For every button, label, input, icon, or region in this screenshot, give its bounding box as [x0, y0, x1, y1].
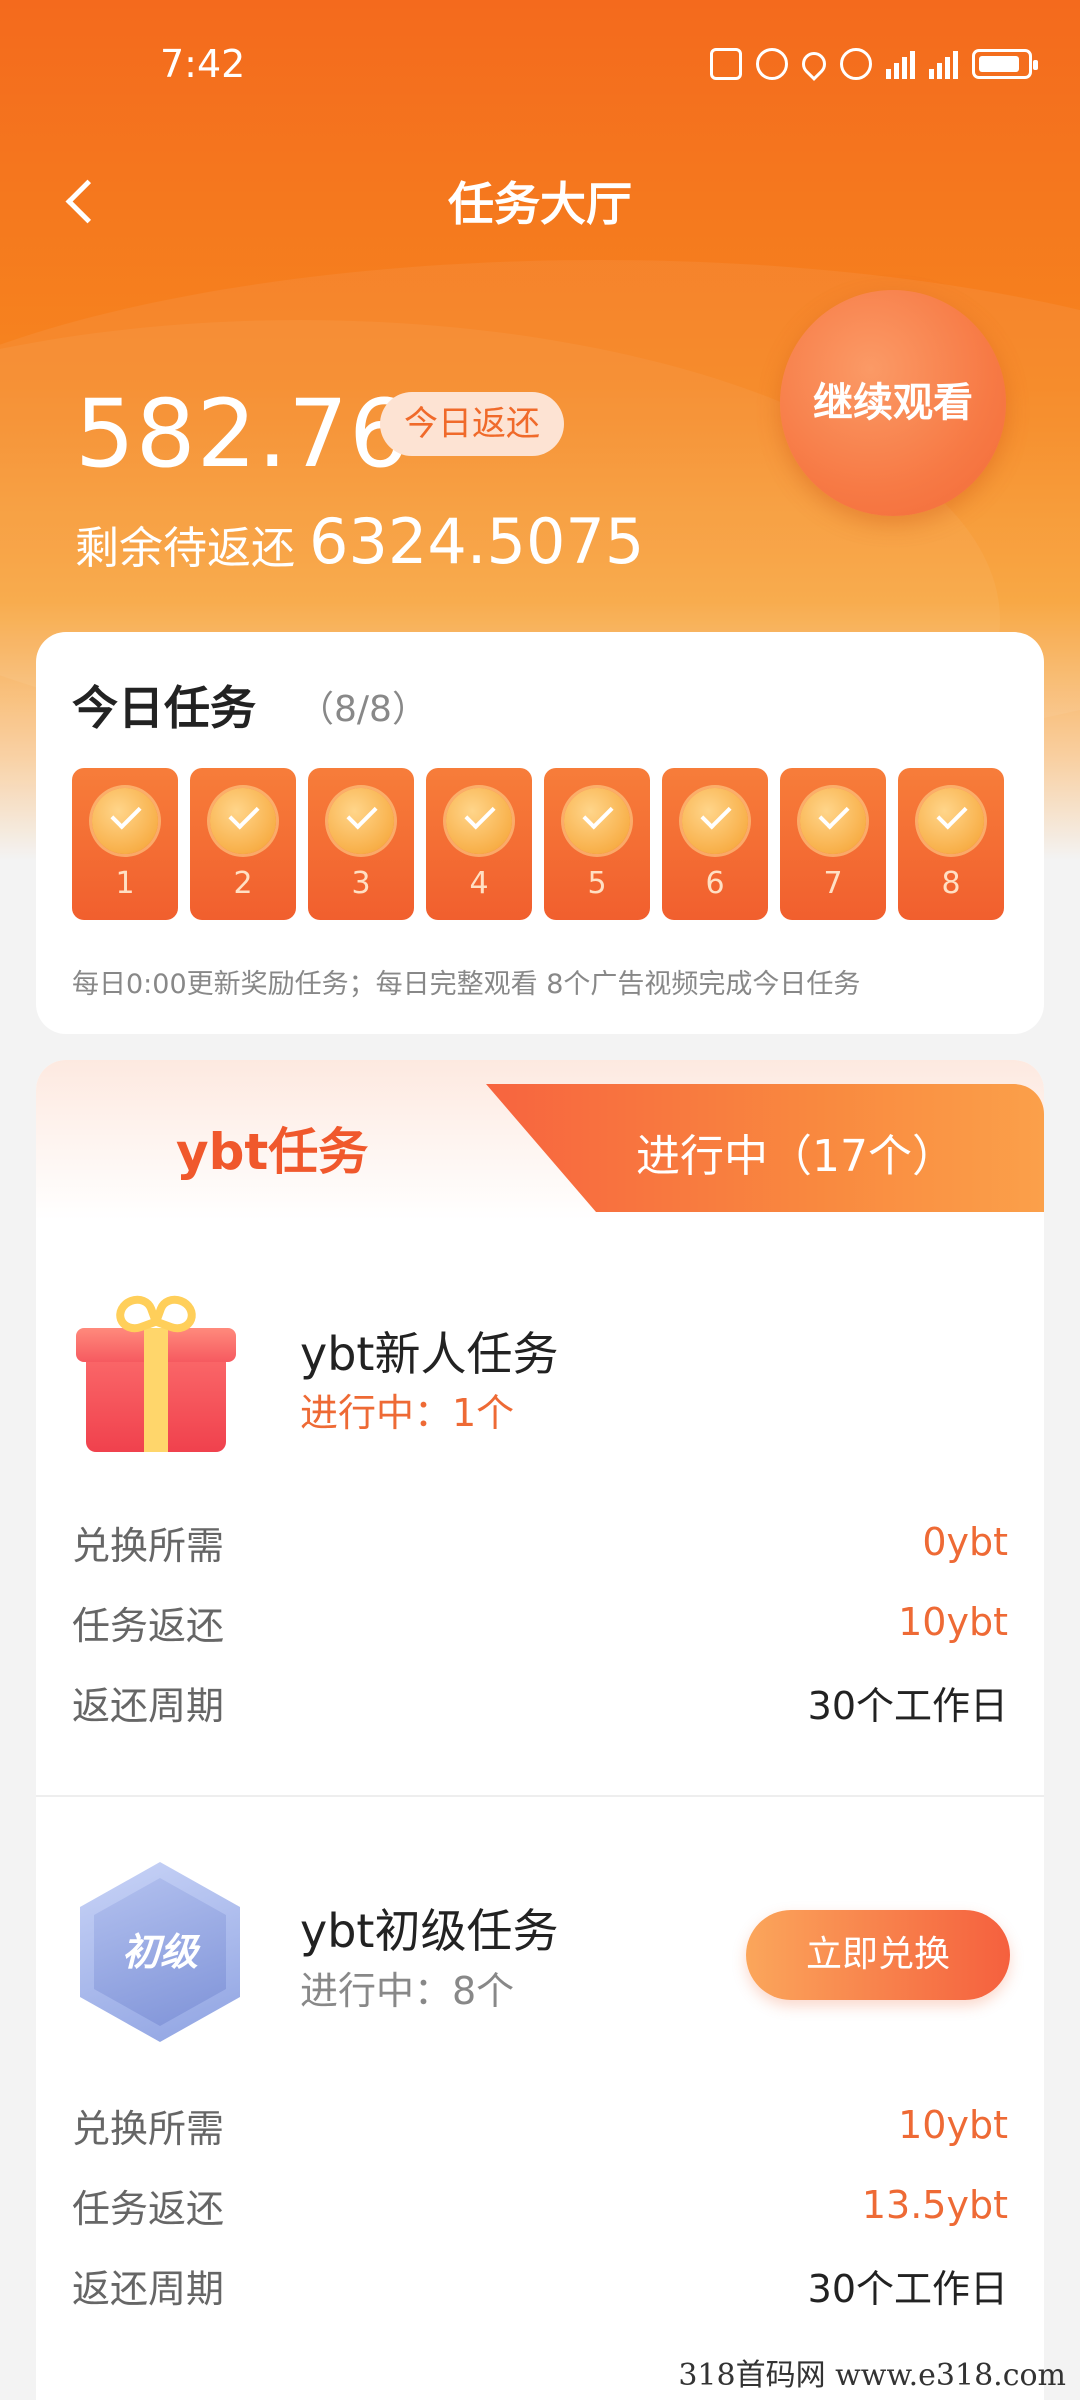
check-icon [328, 788, 394, 854]
page-title: 任务大厅 [448, 177, 632, 231]
location-icon [797, 47, 831, 81]
detail-label: 任务返还 [72, 2186, 225, 2231]
today-return-badge: 今日返还 [380, 392, 564, 456]
today-tasks-card: 今日任务 （8/8） 1 2 3 4 5 6 7 8 每日0:00更新奖励任务；… [36, 632, 1044, 1034]
today-return-amount: 582.76 [75, 380, 410, 489]
divider [36, 1795, 1044, 1797]
detail-value: 10ybt [898, 2103, 1008, 2147]
detail-label: 兑换所需 [72, 2106, 225, 2151]
day-number: 5 [587, 866, 607, 901]
day-number: 3 [351, 866, 371, 901]
detail-value: 30个工作日 [807, 2266, 1008, 2311]
nfc-icon [710, 48, 742, 80]
detail-label: 返还周期 [72, 2266, 225, 2311]
today-tasks-count: （8/8） [298, 689, 428, 730]
day-number: 8 [941, 866, 961, 901]
gift-icon [76, 1290, 236, 1452]
day-task-item[interactable]: 5 [544, 768, 650, 920]
day-task-item[interactable]: 1 [72, 768, 178, 920]
day-number: 7 [823, 866, 843, 901]
detail-row: 返还周期 30个工作日 [72, 2255, 1008, 2315]
status-time: 7:42 [160, 42, 246, 86]
alarm-icon [756, 48, 788, 80]
detail-label: 返还周期 [72, 1683, 225, 1728]
wifi-icon [840, 48, 872, 80]
gift-ribbon [144, 1328, 168, 1452]
check-icon [682, 788, 748, 854]
check-icon [92, 788, 158, 854]
check-icon [564, 788, 630, 854]
detail-value: 10ybt [898, 1600, 1008, 1644]
day-task-item[interactable]: 2 [190, 768, 296, 920]
check-icon [918, 788, 984, 854]
detail-row: 兑换所需 10ybt [72, 2095, 1008, 2155]
signal-icon [929, 49, 958, 79]
tab-in-progress-label: 进行中（17个） [636, 1131, 956, 1182]
continue-watching-button[interactable]: 继续观看 [780, 290, 1006, 516]
detail-value: 13.5ybt [861, 2183, 1008, 2227]
status-icons [710, 47, 1038, 81]
day-number: 4 [469, 866, 489, 901]
check-icon [800, 788, 866, 854]
redeem-now-button[interactable]: 立即兑换 [746, 1910, 1010, 2000]
day-task-item[interactable]: 3 [308, 768, 414, 920]
detail-value: 30个工作日 [807, 1683, 1008, 1728]
detail-row: 兑换所需 0ybt [72, 1512, 1008, 1572]
task-status: 进行中：1个 [300, 1391, 515, 1435]
detail-label: 任务返还 [72, 1603, 225, 1648]
today-tasks-note: 每日0:00更新奖励任务；每日完整观看 8个广告视频完成今日任务 [72, 969, 861, 1000]
day-task-item[interactable]: 7 [780, 768, 886, 920]
day-number: 6 [705, 866, 725, 901]
detail-label: 兑换所需 [72, 1523, 225, 1568]
check-icon [446, 788, 512, 854]
watermark: 318首码网 www.e318.com [678, 2358, 1066, 2393]
check-icon [210, 788, 276, 854]
task-name: ybt初级任务 [300, 1904, 559, 1958]
detail-row: 返还周期 30个工作日 [72, 1672, 1008, 1732]
detail-row: 任务返还 13.5ybt [72, 2175, 1008, 2235]
day-task-item[interactable]: 6 [662, 768, 768, 920]
detail-value: 0ybt [922, 1520, 1008, 1564]
day-number: 1 [115, 866, 135, 901]
detail-row: 任务返还 10ybt [72, 1592, 1008, 1652]
tab-ybt-tasks[interactable]: ybt任务 [176, 1112, 368, 1184]
day-task-item[interactable]: 8 [898, 768, 1004, 920]
remaining-return: 剩余待返还 6324.5075 [75, 505, 644, 578]
day-number: 2 [233, 866, 253, 901]
today-tasks-title: 今日任务 [72, 681, 256, 735]
nav-bar: 任务大厅 [0, 150, 1080, 250]
day-task-list: 1 2 3 4 5 6 7 8 [72, 768, 1004, 920]
task-status: 进行中：8个 [300, 1969, 515, 2013]
remaining-label: 剩余待返还 [75, 523, 295, 574]
task-name: ybt新人任务 [300, 1327, 559, 1381]
battery-icon [972, 49, 1038, 79]
signal-icon [886, 49, 915, 79]
ybt-tasks-card: ybt任务 进行中（17个） ybt新人任务 进行中：1个 兑换所需 0ybt … [36, 1060, 1044, 2400]
remaining-value: 6324.5075 [309, 505, 645, 578]
day-task-item[interactable]: 4 [426, 768, 532, 920]
status-bar: 7:42 [0, 0, 1080, 135]
